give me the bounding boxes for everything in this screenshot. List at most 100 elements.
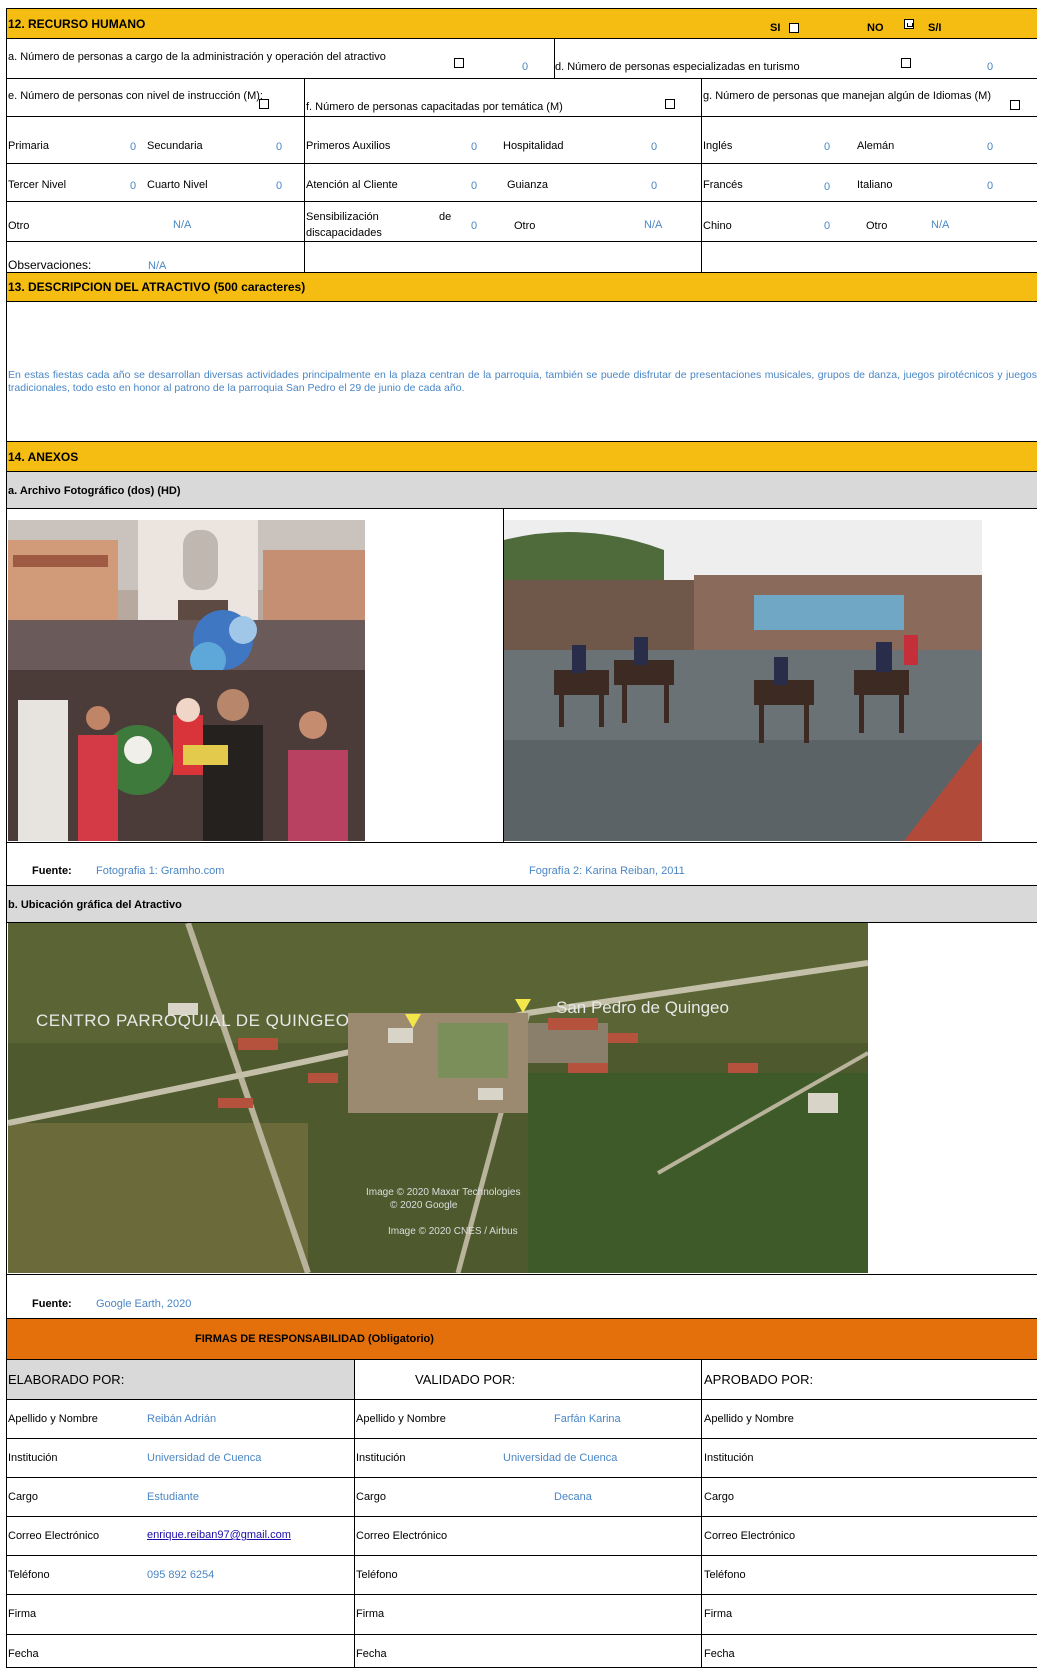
grid-line [701,1359,702,1668]
grid-line [6,441,1037,442]
grid-line [6,922,1037,923]
frances-label: Francés [703,179,743,191]
field-d-checkbox[interactable] [901,58,911,68]
elaborado-telefono-label: Teléfono [8,1569,50,1581]
aleman-value: 0 [987,141,994,153]
field-f-checkbox[interactable] [665,99,675,109]
sensibilizacion-label: Sensibilización [306,211,379,223]
no-label: NO [867,22,884,34]
ingles-value: 0 [824,141,831,153]
field-g-checkbox[interactable] [1010,100,1020,110]
ubicacion-title: b. Ubicación gráfica del Atractivo [8,899,182,911]
fuente-foto-1: Fotografia 1: Gramho.com [96,865,225,877]
hospitalidad-label: Hospitalidad [503,140,564,152]
archivo-fotografico-title: a. Archivo Fotográfico (dos) (HD) [8,485,181,497]
grid-line [6,885,1037,886]
satellite-map[interactable]: CENTRO PARROQUIAL DE QUINGEO San Pedro d… [8,923,868,1273]
grid-line [701,78,702,272]
grid-line [6,1477,1037,1478]
grid-line [6,78,1037,79]
grid-line [6,1438,1037,1439]
primeros-auxilios-label: Primeros Auxilios [306,140,391,152]
anexos-title: 14. ANEXOS [8,450,79,464]
grid-line [6,1399,1037,1400]
secundaria-label: Secundaria [147,140,203,152]
grid-line [6,116,1037,117]
si-label: SI [770,22,781,34]
divider [6,1274,1037,1275]
aprobado-telefono-label: Teléfono [704,1569,746,1581]
elaborado-por-label: ELABORADO POR: [8,1372,125,1387]
primaria-label: Primaria [8,140,49,152]
fuente-mapa: Google Earth, 2020 [96,1298,192,1310]
field-a-value: 0 [522,61,529,73]
elaborado-apellido-label: Apellido y Nombre [8,1413,98,1425]
validado-nombre: Farfán Karina [554,1413,621,1425]
grid-line [6,471,1037,472]
elaborado-firma-label: Firma [8,1608,37,1620]
grid-line [6,1318,1037,1319]
elaborado-fecha-label: Fecha [8,1648,39,1660]
primaria-value: 0 [130,141,137,153]
grid-line [354,1359,355,1668]
section-header-firmas [6,1318,1037,1359]
field-a-checkbox[interactable] [454,58,464,68]
map-label-centro: CENTRO PARROQUIAL DE QUINGEO [36,1011,350,1030]
cuarto-nivel-value: 0 [276,180,283,192]
elaborado-correo-link[interactable]: enrique.reiban97@gmail.com [147,1529,291,1541]
aprobado-fecha-label: Fecha [704,1648,735,1660]
ingles-label: Inglés [703,140,733,152]
primeros-auxilios-value: 0 [471,141,478,153]
field-e-checkbox[interactable] [259,99,269,109]
discapacidades-label: discapacidades [306,227,382,239]
divider [6,842,1037,843]
validado-telefono-label: Teléfono [356,1569,398,1581]
map-credit-google: © 2020 Google [390,1200,458,1211]
elaborado-cargo: Estudiante [147,1491,199,1503]
map-credit-maxar: Image © 2020 Maxar Technologies [366,1187,521,1198]
atencion-cliente-label: Atención al Cliente [306,179,398,191]
elaborado-telefono: 095 892 6254 [147,1569,215,1581]
section-header-anexos [6,441,1037,471]
border [6,8,7,1668]
field-g-label: g. Número de personas que manejan algún … [703,90,991,102]
grid-line [6,201,1037,202]
grid-line [503,508,504,842]
aleman-label: Alemán [857,140,895,152]
tercer-nivel-label: Tercer Nivel [8,179,67,191]
grid-line [6,301,1037,302]
field-e-label: e. Número de personas con nivel de instr… [8,90,263,102]
guianza-value: 0 [651,180,658,192]
secundaria-value: 0 [276,141,283,153]
field-a-label: a. Número de personas a cargo de la admi… [8,51,386,63]
aprobado-cargo-label: Cargo [704,1491,734,1503]
observaciones-label: Observaciones: [8,258,92,272]
grid-line [6,508,1037,509]
otro-tematica-value: N/A [644,219,663,231]
grid-line [6,1634,1037,1635]
otro-tematica-label: Otro [514,220,536,232]
elaborado-correo-label: Correo Electrónico [8,1530,100,1542]
elaborado-nombre: Reibán Adrián [147,1413,217,1425]
grid-line [6,1359,1037,1360]
no-checkbox[interactable] [904,19,914,29]
grid-line [304,78,305,272]
fuente-label-mapa: Fuente: [32,1298,72,1310]
grid-line [6,272,1037,273]
hospitalidad-value: 0 [651,141,658,153]
si-checkbox[interactable] [789,23,799,33]
section-title: 12. RECURSO HUMANO [8,17,146,31]
descripcion-text: En estas fiestas cada año se desarrollan… [8,369,1037,394]
otro-instruccion-label: Otro [8,220,30,232]
aprobado-por-label: APROBADO POR: [704,1372,814,1387]
frances-value: 0 [824,181,831,193]
validado-correo-label: Correo Electrónico [356,1530,448,1542]
fuente-foto-2: Fografía 2: Karina Reiban, 2011 [529,865,685,877]
ficha-atractivo: 12. RECURSO HUMANO SI NO S/I a. Número d… [6,8,1037,1668]
atencion-cliente-value: 0 [471,180,478,192]
elaborado-institucion-label: Institución [8,1452,58,1464]
aprobado-correo-label: Correo Electrónico [704,1530,796,1542]
italiano-value: 0 [987,180,994,192]
grid-line [554,38,555,78]
guianza-label: Guianza [507,179,548,191]
